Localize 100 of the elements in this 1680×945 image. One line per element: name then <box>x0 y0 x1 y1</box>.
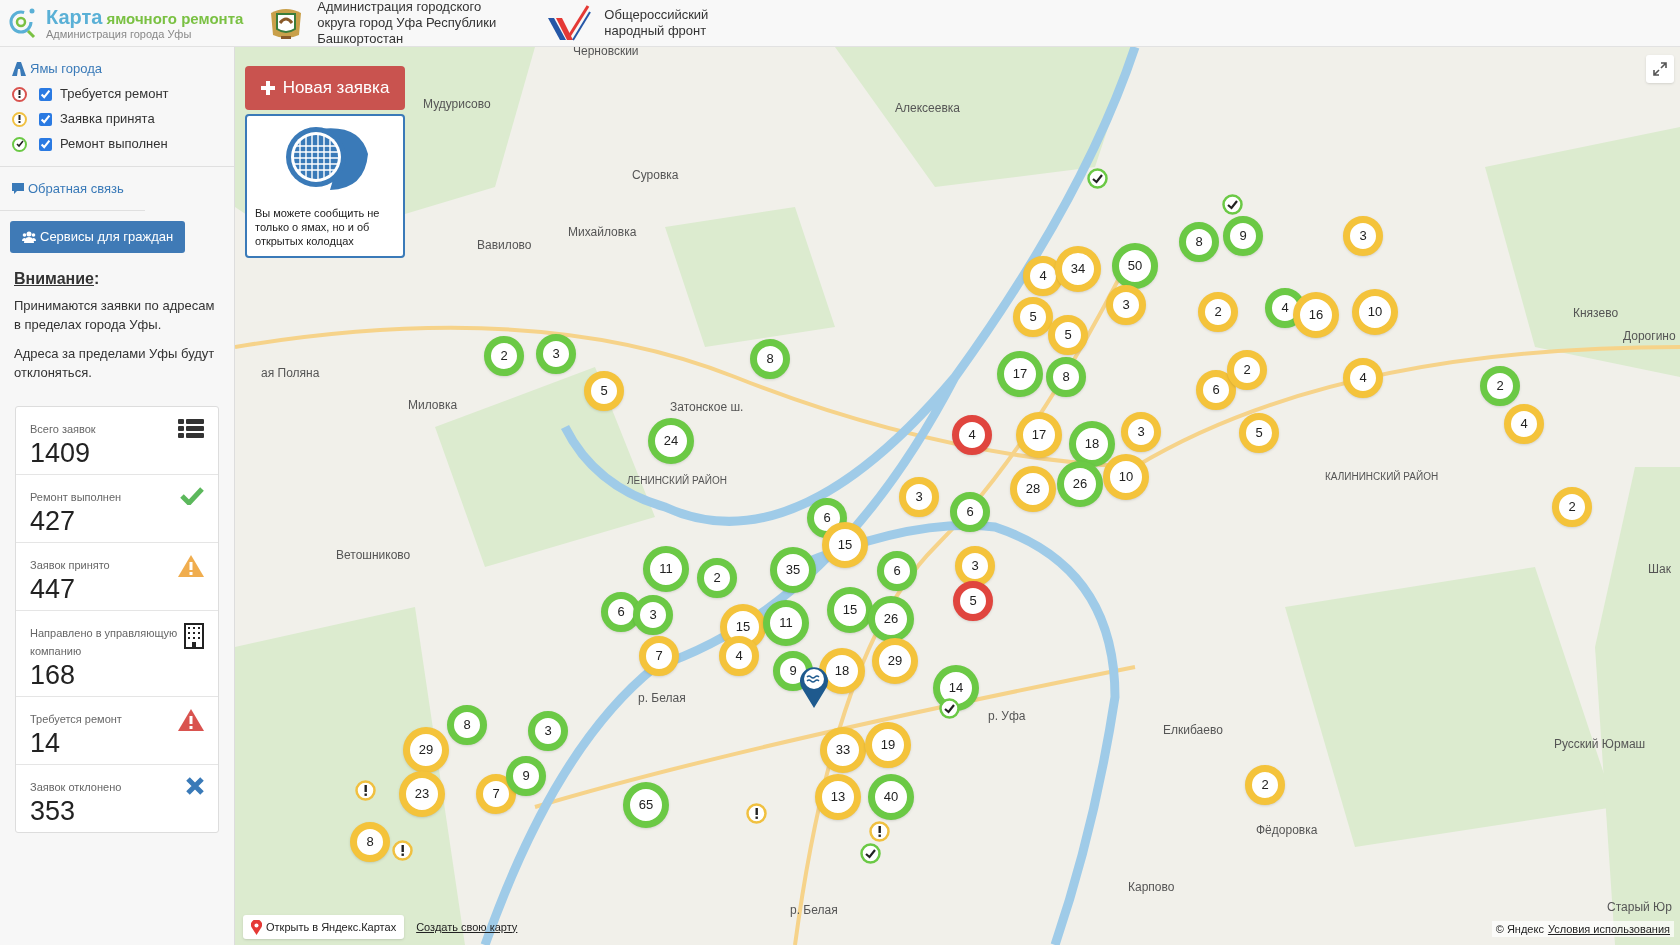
cluster-marker[interactable]: 7 <box>639 636 679 676</box>
place-label: Миловка <box>408 397 458 414</box>
cluster-marker[interactable]: 4 <box>1504 404 1544 444</box>
cluster-marker[interactable]: 5 <box>584 371 624 411</box>
cluster-marker[interactable]: 10 <box>1103 454 1149 500</box>
services-button[interactable]: Сервисы для граждан <box>10 221 186 253</box>
cluster-marker[interactable]: 40 <box>868 774 914 820</box>
stat-label: Ремонт выполнен <box>30 490 123 505</box>
cluster-marker[interactable]: 2 <box>697 558 737 598</box>
cluster-marker[interactable]: 8 <box>1046 357 1086 397</box>
fullscreen-button[interactable] <box>1646 55 1674 83</box>
cluster-marker[interactable]: 24 <box>648 418 694 464</box>
cluster-marker[interactable]: 5 <box>1048 315 1088 355</box>
cluster-marker[interactable]: 15 <box>827 587 873 633</box>
cluster-marker[interactable]: 2 <box>1552 487 1592 527</box>
cluster-marker[interactable]: 13 <box>815 774 861 820</box>
stat-value: 447 <box>30 574 77 604</box>
place-label: Вавилово <box>477 237 532 254</box>
cluster-marker[interactable]: 50 <box>1112 243 1158 289</box>
exclamation-marker-icon[interactable] <box>746 803 767 824</box>
cluster-marker[interactable]: 34 <box>1055 246 1101 292</box>
place-label: Алексеевка <box>895 100 960 117</box>
cluster-marker[interactable]: 35 <box>770 547 816 593</box>
cluster-marker[interactable]: 2 <box>1245 765 1285 805</box>
cluster-marker[interactable]: 2 <box>1227 350 1267 390</box>
new-request-button[interactable]: Новая заявка <box>245 66 405 110</box>
cluster-marker[interactable]: 4 <box>719 636 759 676</box>
app-subtitle: Администрация города Уфы <box>46 28 193 40</box>
cluster-marker[interactable]: 3 <box>899 477 939 517</box>
cluster-marker[interactable]: 5 <box>953 581 993 621</box>
check-icon <box>180 487 204 505</box>
cluster-marker[interactable]: 11 <box>763 600 809 646</box>
cluster-marker[interactable]: 6 <box>877 551 917 591</box>
cluster-marker[interactable]: 15 <box>822 522 868 568</box>
cluster-marker[interactable]: 8 <box>1179 222 1219 262</box>
open-in-maps-button[interactable]: Открыть в Яндекс.Картах <box>243 915 405 939</box>
cluster-marker[interactable]: 65 <box>623 782 669 828</box>
check-marker-icon[interactable] <box>1222 194 1243 215</box>
status-exclamation-icon <box>12 86 27 102</box>
cluster-marker[interactable]: 6 <box>950 492 990 532</box>
cluster-marker[interactable]: 9 <box>1223 216 1263 256</box>
cluster-marker[interactable]: 8 <box>750 339 790 379</box>
cluster-marker[interactable]: 3 <box>955 546 995 586</box>
cluster-marker[interactable]: 3 <box>528 711 568 751</box>
exclamation-marker-icon[interactable] <box>355 780 376 801</box>
cluster-marker[interactable]: 5 <box>1013 297 1053 337</box>
cluster-marker[interactable]: 33 <box>820 727 866 773</box>
place-label: ая Поляна <box>261 365 320 382</box>
cluster-marker[interactable]: 11 <box>643 546 689 592</box>
terms-link[interactable]: Условия использования <box>1547 920 1670 937</box>
road-icon <box>12 61 26 76</box>
layer-checkbox[interactable] <box>39 87 52 101</box>
cluster-marker[interactable]: 3 <box>633 595 673 635</box>
exclamation-marker-icon[interactable] <box>869 821 890 842</box>
cluster-marker[interactable]: 10 <box>1352 289 1398 335</box>
cluster-marker[interactable]: 19 <box>865 722 911 768</box>
cluster-marker[interactable]: 2 <box>484 336 524 376</box>
app-title: ямочного ремонта <box>106 10 244 26</box>
check-marker-icon[interactable] <box>939 698 960 719</box>
cluster-marker[interactable]: 16 <box>1293 292 1339 338</box>
hint-text: Вы можете сообщить не только о ямах, но и об открытых колодцах <box>255 206 381 248</box>
create-map-link[interactable]: Создать свою карту <box>416 918 518 936</box>
building-icon <box>184 623 204 649</box>
place-label: р. Белая <box>638 690 686 707</box>
cluster-marker[interactable]: 18 <box>1069 421 1115 467</box>
cluster-marker[interactable]: 4 <box>952 415 992 455</box>
check-marker-icon[interactable] <box>1087 168 1108 189</box>
copyright-text: © Яндекс <box>1495 921 1544 937</box>
cluster-marker[interactable]: 3 <box>536 334 576 374</box>
place-label: Мудурисово <box>423 96 491 113</box>
stat-value: 427 <box>30 506 77 536</box>
place-label: Фёдоровка <box>1256 822 1318 839</box>
cluster-marker[interactable]: 17 <box>1016 412 1062 458</box>
place-label: Ветошниково <box>336 547 411 564</box>
cluster-marker[interactable]: 5 <box>1239 413 1279 453</box>
cluster-marker[interactable]: 3 <box>1121 412 1161 452</box>
cluster-marker[interactable]: 3 <box>1343 216 1383 256</box>
cluster-marker[interactable]: 4 <box>1343 358 1383 398</box>
location-pin-icon[interactable] <box>798 664 830 708</box>
cluster-marker[interactable]: 9 <box>506 756 546 796</box>
layers-link[interactable]: Ямы города <box>12 59 222 79</box>
cluster-marker[interactable]: 3 <box>1106 285 1146 325</box>
feedback-link[interactable]: Обратная связь <box>12 178 133 198</box>
cluster-marker[interactable]: 28 <box>1010 466 1056 512</box>
cluster-marker[interactable]: 7 <box>476 774 516 814</box>
cluster-marker[interactable]: 8 <box>447 705 487 745</box>
cluster-marker[interactable]: 18 <box>819 648 865 694</box>
app-title: Карта <box>46 6 103 27</box>
cluster-marker[interactable]: 26 <box>868 596 914 642</box>
layer-checkbox[interactable] <box>39 112 52 126</box>
exclamation-marker-icon[interactable] <box>392 840 413 861</box>
cluster-marker[interactable]: 17 <box>997 351 1043 397</box>
cluster-marker[interactable]: 26 <box>1057 461 1103 507</box>
check-marker-icon[interactable] <box>860 843 881 864</box>
cluster-marker[interactable]: 2 <box>1198 292 1238 332</box>
cluster-marker[interactable]: 29 <box>872 638 918 684</box>
place-label: Старый Юр <box>1607 899 1672 916</box>
layer-checkbox[interactable] <box>39 137 52 151</box>
cluster-marker[interactable]: 29 <box>403 727 449 773</box>
cluster-marker[interactable]: 6 <box>1196 370 1236 410</box>
